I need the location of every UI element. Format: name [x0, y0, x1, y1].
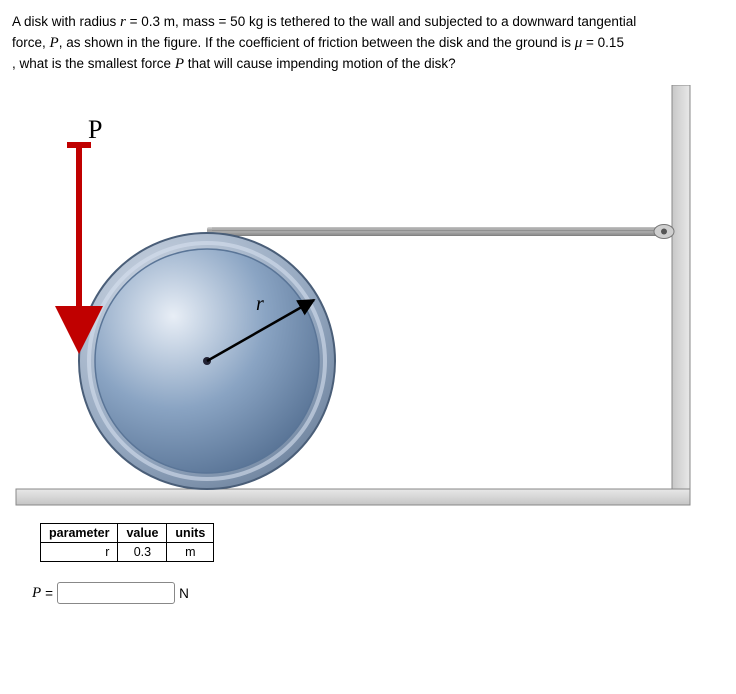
table-row: r 0.3 m [41, 543, 214, 562]
answer-units: N [179, 586, 189, 601]
cell-value: 0.3 [118, 543, 167, 562]
table-header-row: parameter value units [41, 524, 214, 543]
var-P: P [50, 35, 59, 51]
col-parameter: parameter [41, 524, 118, 543]
text: = [582, 35, 597, 50]
col-value: value [118, 524, 167, 543]
text: , what is the smallest force [12, 56, 175, 71]
label-r: r [256, 293, 264, 316]
floor [16, 489, 690, 505]
answer-label: P [32, 585, 41, 602]
tether-cable [207, 225, 674, 239]
col-units: units [167, 524, 214, 543]
answer-equals: = [45, 586, 53, 601]
cell-units: m [167, 543, 214, 562]
text: that will cause impending motion of the … [184, 56, 456, 71]
label-P: P [88, 115, 102, 145]
figure: P r [12, 85, 692, 515]
text: = [126, 14, 141, 29]
wall [672, 85, 690, 505]
mu-value: 0.15 [598, 35, 624, 50]
answer-input[interactable] [57, 582, 175, 604]
parameter-table: parameter value units r 0.3 m [40, 523, 214, 562]
figure-svg [12, 85, 692, 515]
text: , as shown in the figure. If the coeffic… [59, 35, 575, 50]
problem-statement: A disk with radius r = 0.3 m, mass = 50 … [12, 12, 724, 75]
var-P2: P [175, 56, 184, 72]
answer-row: P = N [32, 582, 724, 604]
cell-param: r [41, 543, 118, 562]
text: A disk with radius [12, 14, 120, 29]
text: 0.3 m, mass = 50 kg is tethered to the w… [141, 14, 636, 29]
text: force, [12, 35, 50, 50]
